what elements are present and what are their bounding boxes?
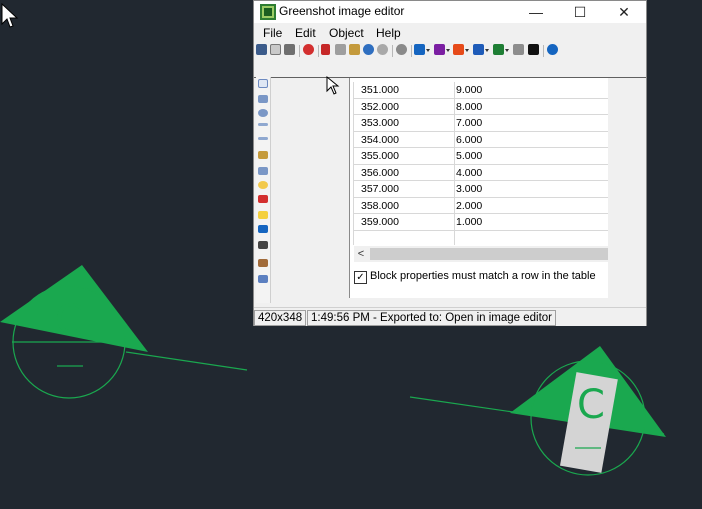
menu-object[interactable]: Object	[329, 26, 364, 40]
undo-icon[interactable]	[363, 44, 374, 55]
table-row[interactable]: 358.000 2.000	[354, 198, 608, 214]
settings-icon[interactable]	[396, 44, 407, 55]
office-icon[interactable]	[453, 44, 464, 55]
table-row[interactable]: 352.000 8.000	[354, 99, 608, 115]
counter-tool-icon[interactable]	[258, 195, 268, 203]
help-icon[interactable]	[547, 44, 558, 55]
table-row[interactable]	[354, 231, 608, 247]
scroll-left-icon[interactable]: <	[354, 246, 368, 262]
excel-icon[interactable]	[493, 44, 504, 55]
cursor-tool-icon[interactable]	[258, 79, 268, 88]
horizontal-scrollbar[interactable]: <	[354, 246, 608, 262]
cad-label-left: C	[55, 297, 83, 343]
onenote-icon[interactable]	[434, 44, 445, 55]
table-row[interactable]: 353.000 7.000	[354, 115, 608, 132]
save-icon[interactable]	[256, 44, 267, 55]
minimize-icon[interactable]: —	[514, 1, 558, 23]
clipboard-icon[interactable]	[270, 44, 281, 55]
obfuscate-tool-icon[interactable]	[258, 225, 268, 233]
captured-screenshot[interactable]: 351.000 9.000 352.000 8.000 353.000 7.000 3…	[349, 78, 608, 298]
menu-file[interactable]: File	[263, 26, 282, 40]
leader-line-left	[125, 351, 248, 371]
table-row[interactable]: 357.000 3.000	[354, 181, 608, 198]
mouse-cursor-icon	[1, 2, 19, 28]
copy-icon[interactable]	[335, 44, 346, 55]
image-tool-icon[interactable]	[258, 259, 268, 267]
status-bar: 420x348 1:49:56 PM - Exported to: Open i…	[254, 307, 646, 326]
maximize-icon[interactable]: ☐	[558, 1, 602, 23]
rectangle-tool-icon[interactable]	[258, 95, 268, 103]
scrollbar-thumb[interactable]	[370, 248, 608, 260]
expand-tool-icon[interactable]	[258, 275, 268, 283]
table-row[interactable]: 359.000 1.000	[354, 214, 608, 231]
text-tool-icon[interactable]	[258, 167, 268, 175]
paste-icon[interactable]	[349, 44, 360, 55]
menu-help[interactable]: Help	[376, 26, 401, 40]
ellipse-tool-icon[interactable]	[258, 109, 268, 117]
table-row[interactable]: 355.000 5.000	[354, 148, 608, 165]
greenshot-app-icon	[260, 4, 276, 20]
editor-canvas[interactable]: 351.000 9.000 352.000 8.000 353.000 7.000 3…	[271, 76, 646, 303]
tools-icon[interactable]	[513, 44, 524, 55]
speechbubble-tool-icon[interactable]	[258, 181, 268, 189]
block-properties-label: Block properties must match a row in the…	[370, 270, 596, 282]
menu-edit[interactable]: Edit	[295, 26, 316, 40]
toolbar	[254, 42, 646, 60]
crop-tool-icon[interactable]	[258, 241, 268, 249]
print-icon[interactable]	[284, 44, 295, 55]
title-bar[interactable]: Greenshot image editor — ☐ ✕	[254, 1, 646, 23]
arrow-tool-icon[interactable]	[258, 137, 268, 140]
block-properties-checkbox[interactable]: ✓	[354, 271, 367, 284]
status-message: 1:49:56 PM - Exported to: Open in image …	[307, 310, 556, 326]
cut-icon[interactable]	[321, 44, 330, 55]
cad-symbol-right: C	[409, 346, 666, 476]
greenshot-window[interactable]: Greenshot image editor — ☐ ✕ File Edit O…	[253, 0, 647, 326]
cad-label-right: C	[577, 382, 605, 428]
delete-icon[interactable]	[303, 44, 314, 55]
menu-bar: File Edit Object Help	[254, 24, 646, 42]
info-icon[interactable]	[528, 44, 539, 55]
outlook-icon[interactable]	[414, 44, 425, 55]
word-icon[interactable]	[473, 44, 484, 55]
window-title: Greenshot image editor	[279, 4, 405, 18]
image-size-status: 420x348	[254, 310, 307, 326]
table-row[interactable]: 356.000 4.000	[354, 165, 608, 181]
table-row[interactable]: 354.000 6.000	[354, 132, 608, 148]
cad-symbol-left: C	[0, 265, 248, 399]
pencil-tool-icon[interactable]	[258, 151, 268, 159]
redo-icon[interactable]	[377, 44, 388, 55]
close-icon[interactable]: ✕	[602, 1, 646, 23]
drawing-tools-panel	[256, 77, 271, 303]
table-row[interactable]: 351.000 9.000	[354, 82, 608, 99]
line-tool-icon[interactable]	[258, 123, 268, 126]
data-table: 351.000 9.000 352.000 8.000 353.000 7.000 3…	[353, 82, 608, 247]
highlight-tool-icon[interactable]	[258, 211, 268, 219]
mouse-cursor-icon	[326, 76, 340, 95]
